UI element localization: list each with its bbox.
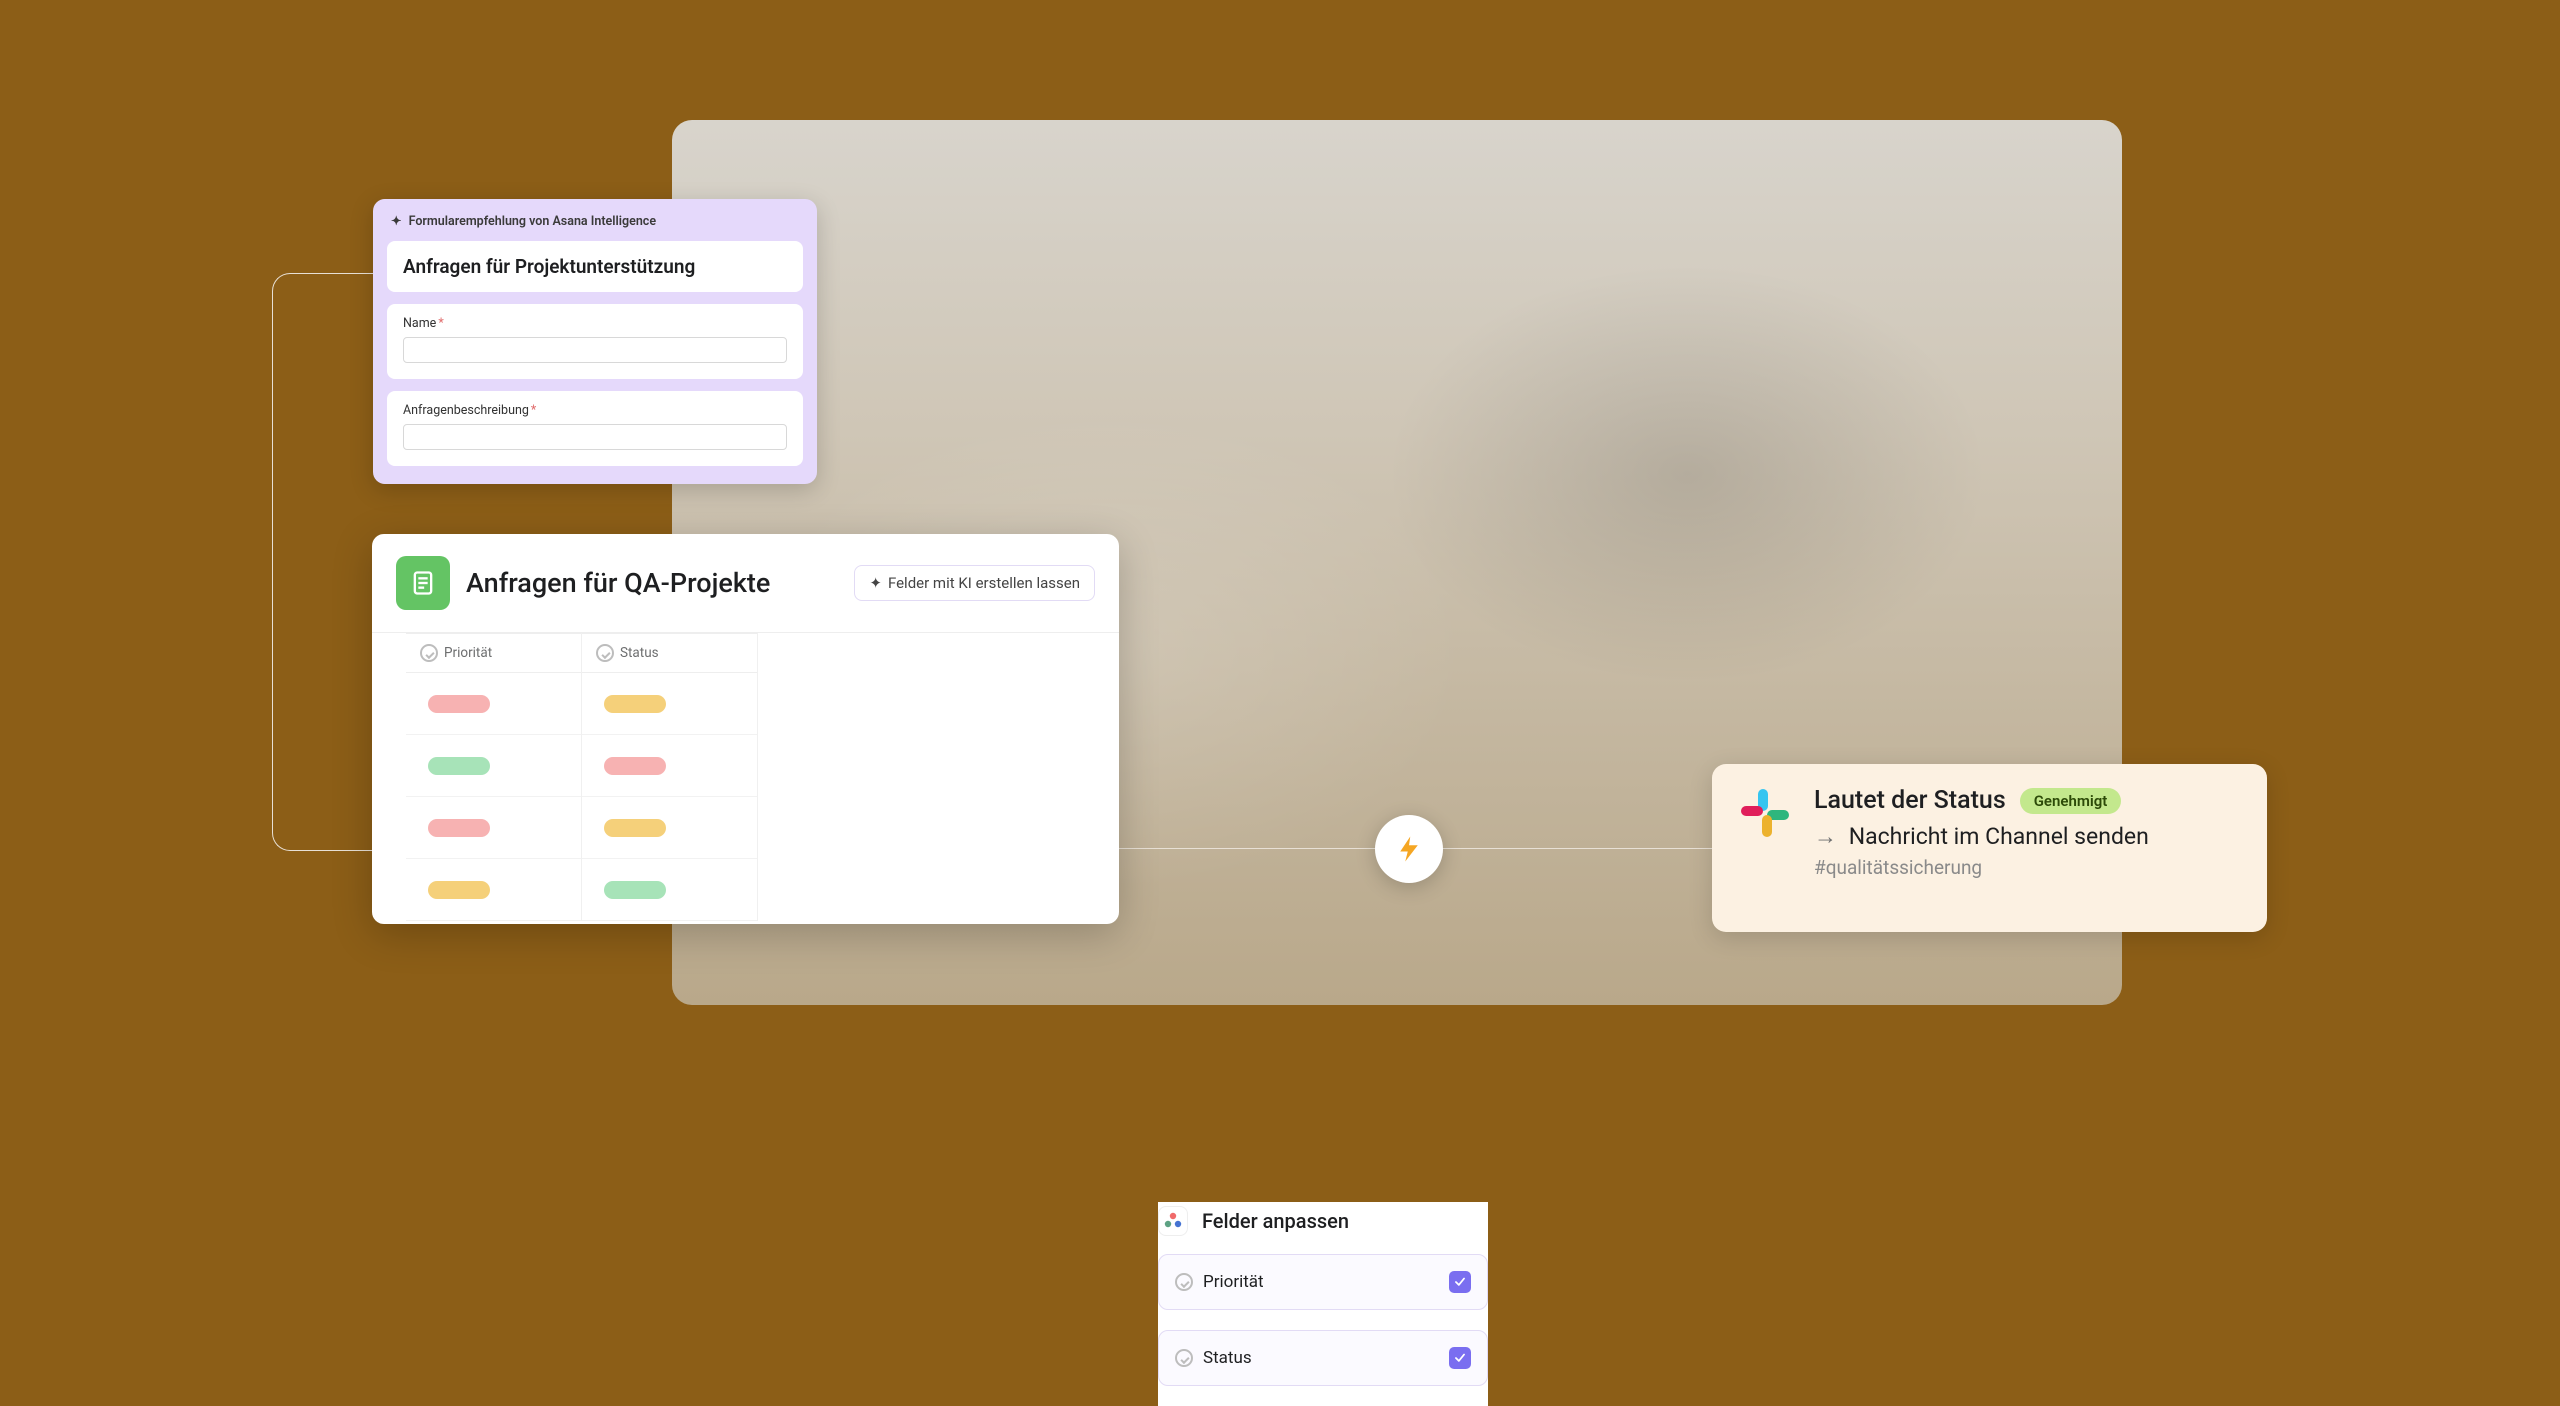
check-icon: [1453, 1351, 1467, 1365]
project-header: Anfragen für QA-Projekte ✦ Felder mit KI…: [372, 534, 1119, 628]
status-pill: [604, 819, 666, 837]
dropdown-icon: [420, 644, 438, 662]
slack-action-row: → Nachricht im Channel senden: [1814, 823, 2241, 850]
status-pill: [604, 757, 666, 775]
checkbox-checked[interactable]: [1449, 1271, 1471, 1293]
table-cell: [582, 735, 757, 797]
table-cell: [406, 797, 581, 859]
required-indicator: *: [438, 316, 443, 331]
status-pill: [604, 695, 666, 713]
required-indicator: *: [531, 403, 536, 418]
field-label: Priorität: [1203, 1272, 1439, 1292]
field-label: Status: [1203, 1348, 1439, 1368]
fields-customize-panel: Felder anpassen Priorität Status: [1158, 1202, 1488, 1406]
table-cell: [406, 859, 581, 921]
check-icon: [1453, 1275, 1467, 1289]
priority-pill-high: [428, 819, 490, 837]
automation-bolt-icon: [1375, 815, 1443, 883]
project-icon: [396, 556, 450, 610]
connector-line-left: [272, 273, 375, 851]
priority-pill-low: [428, 757, 490, 775]
table-cell: [582, 859, 757, 921]
form-title: Anfragen für Projektunterstützung: [403, 255, 787, 278]
status-badge-approved: Genehmigt: [2020, 788, 2122, 814]
table-column-priority: Priorität: [406, 633, 582, 921]
table-column-status: Status: [582, 633, 758, 921]
slack-body: Lautet der Status Genehmigt → Nachricht …: [1814, 786, 2241, 910]
slack-automation-card: Lautet der Status Genehmigt → Nachricht …: [1712, 764, 2267, 932]
slack-condition-label: Lautet der Status: [1814, 786, 2006, 815]
form-recommendation-text: Formularempfehlung von Asana Intelligenc…: [409, 214, 656, 229]
table-cell: [582, 673, 757, 735]
asana-logo-icon: [1158, 1206, 1188, 1236]
name-input[interactable]: [403, 337, 787, 363]
form-field-label: Anfragenbeschreibung*: [403, 403, 787, 418]
column-header: Status: [582, 633, 757, 673]
arrow-right-icon: →: [1814, 823, 1837, 850]
fields-panel-header: Felder anpassen: [1158, 1202, 1488, 1254]
status-pill: [604, 881, 666, 899]
table-cell: [582, 797, 757, 859]
priority-pill-medium: [428, 881, 490, 899]
priority-pill-high: [428, 695, 490, 713]
table-cell: [406, 735, 581, 797]
field-toggle-row[interactable]: Priorität: [1158, 1254, 1488, 1310]
column-header: Priorität: [406, 633, 581, 673]
project-card: Anfragen für QA-Projekte ✦ Felder mit KI…: [372, 534, 1119, 924]
dropdown-icon: [1175, 1349, 1193, 1367]
form-field-description: Anfragenbeschreibung*: [387, 391, 803, 466]
project-table: Priorität Status: [372, 632, 1119, 921]
dropdown-icon: [1175, 1273, 1193, 1291]
field-toggle-row[interactable]: Status: [1158, 1330, 1488, 1386]
form-field-label: Name*: [403, 316, 787, 331]
form-field-name: Name*: [387, 304, 803, 379]
form-recommendation-label: ✦ Formularempfehlung von Asana Intellige…: [391, 213, 803, 229]
form-recommendation-card: ✦ Formularempfehlung von Asana Intellige…: [373, 199, 817, 484]
project-title: Anfragen für QA-Projekte: [466, 567, 838, 599]
dropdown-icon: [596, 644, 614, 662]
form-title-box: Anfragen für Projektunterstützung: [387, 241, 803, 292]
ai-button-label: Felder mit KI erstellen lassen: [888, 574, 1080, 592]
slack-condition-row: Lautet der Status Genehmigt: [1814, 786, 2241, 815]
sparkle-icon: ✦: [869, 574, 882, 592]
slack-channel-name: #qualitätssicherung: [1814, 856, 2241, 879]
slack-action-label: Nachricht im Channel senden: [1849, 823, 2149, 850]
checkbox-checked[interactable]: [1449, 1347, 1471, 1369]
table-cell: [406, 673, 581, 735]
ai-create-fields-button[interactable]: ✦ Felder mit KI erstellen lassen: [854, 565, 1095, 601]
description-input[interactable]: [403, 424, 787, 450]
fields-panel-title: Felder anpassen: [1202, 1209, 1349, 1233]
sparkle-icon: ✦: [391, 214, 401, 229]
slack-icon: [1738, 786, 1792, 840]
